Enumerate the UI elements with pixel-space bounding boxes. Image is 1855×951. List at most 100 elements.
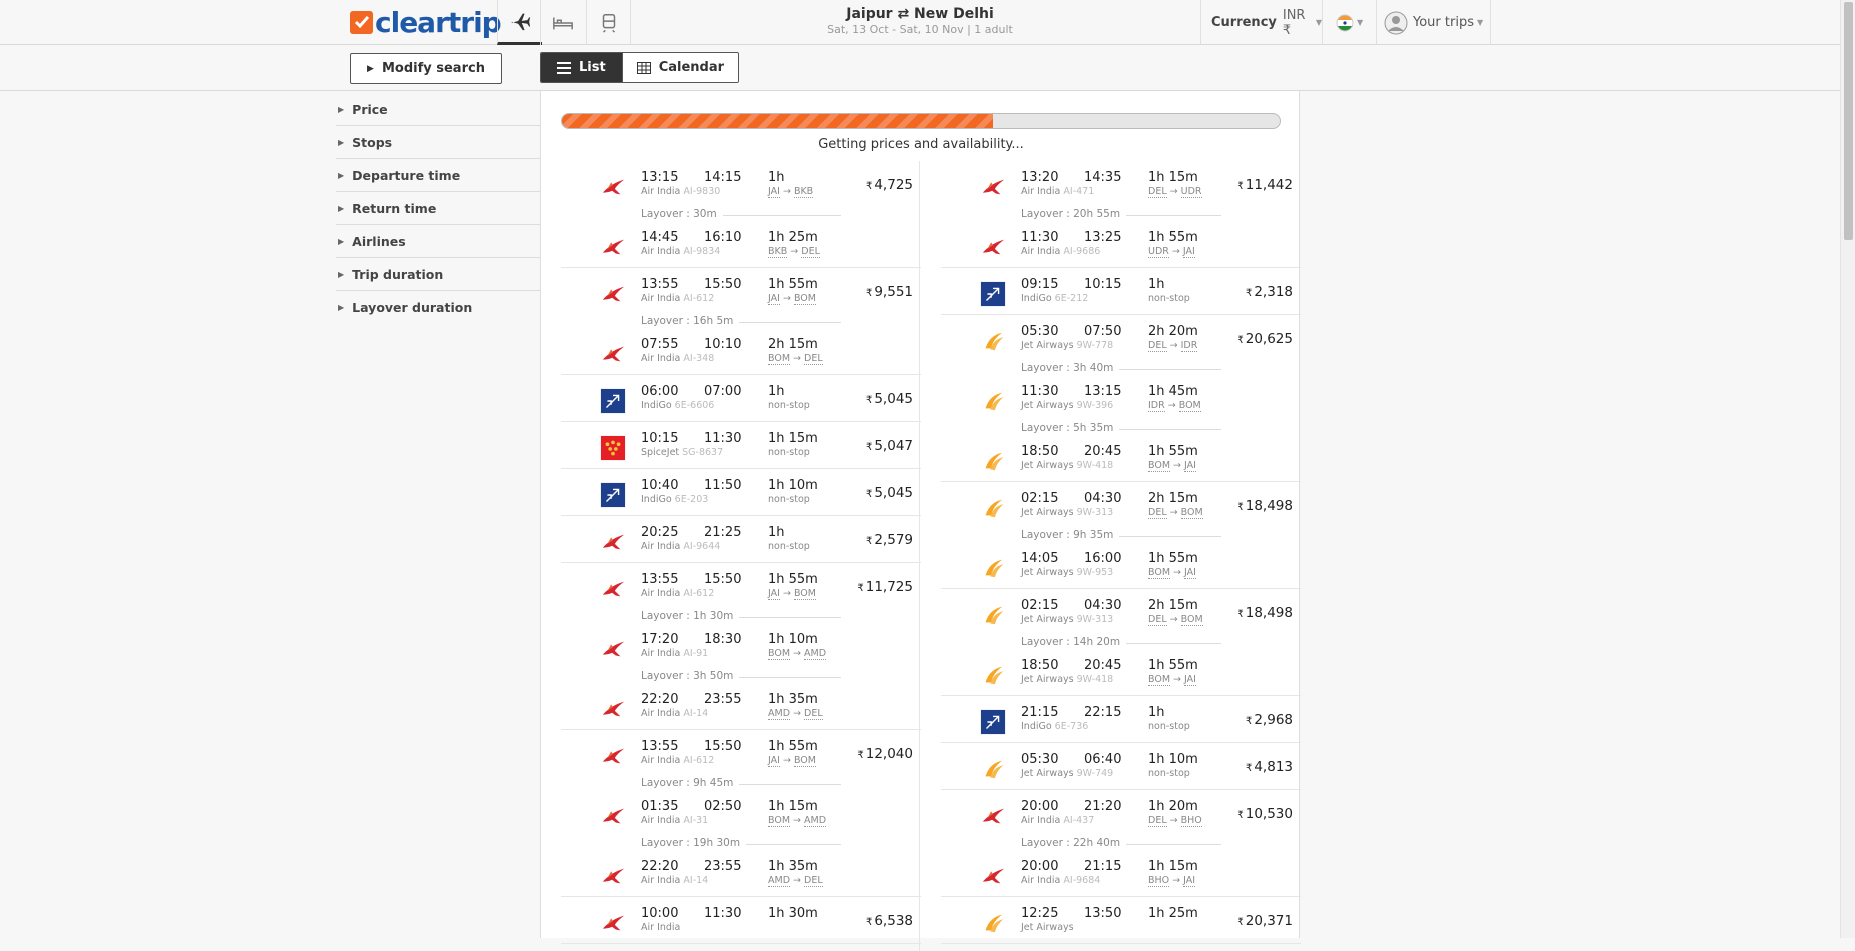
fare-price[interactable]: ₹10,530	[1237, 806, 1293, 822]
flight-option[interactable]: 06:00 07:00 IndiGo 6E-6606 1h non-stop ₹5,045	[561, 375, 921, 422]
filter-return-time[interactable]: ▶ Return time	[336, 192, 540, 225]
origin-airport[interactable]: BKB	[768, 246, 788, 258]
origin-airport[interactable]: JAI	[768, 755, 780, 767]
origin-airport[interactable]: DEL	[1148, 614, 1167, 626]
flight-option[interactable]: 13:15 14:15 Air India AI-9830 1h JAI → BKB ₹4,…	[561, 161, 921, 268]
destination-airport[interactable]: BKB	[793, 186, 814, 198]
flight-option[interactable]: 02:15 04:30 Jet Airways 9W-313 2h 15m DEL → B…	[941, 482, 1301, 589]
fare-price[interactable]: ₹9,551	[866, 284, 913, 300]
origin-airport[interactable]: DEL	[1148, 507, 1167, 519]
fare-price[interactable]: ₹5,045	[866, 485, 913, 501]
fare-price[interactable]: ₹5,045	[866, 391, 913, 407]
flight-option[interactable]: 13:55 15:50 Air India AI-612 1h 55m JAI → BOM…	[561, 563, 921, 730]
scrollbar-thumb[interactable]	[1844, 2, 1853, 240]
origin-airport[interactable]: BOM	[768, 648, 791, 660]
filter-trip-duration[interactable]: ▶ Trip duration	[336, 258, 540, 291]
flight-option[interactable]: 20:25 21:25 Air India AI-9644 1h non-stop ₹2,5…	[561, 516, 921, 563]
origin-airport[interactable]: BOM	[768, 815, 791, 827]
origin-airport[interactable]: DEL	[1148, 186, 1167, 198]
destination-airport[interactable]: UDR	[1180, 186, 1202, 198]
origin-airport[interactable]: AMD	[768, 708, 791, 720]
destination-airport[interactable]: BOM	[1178, 400, 1201, 412]
origin-airport[interactable]: JAI	[768, 186, 780, 198]
flight-option[interactable]: 10:15 11:30 SpiceJet SG-8637 1h 15m non-stop ₹…	[561, 422, 921, 469]
origin-airport[interactable]: IDR	[1148, 400, 1165, 412]
flight-option[interactable]: 13:55 15:50 Air India AI-612 1h 55m JAI → BOM…	[561, 730, 921, 897]
destination-airport[interactable]: JAI	[1183, 875, 1196, 887]
destination-airport[interactable]: DEL	[804, 708, 823, 720]
origin-airport[interactable]: UDR	[1148, 246, 1169, 258]
filter-price[interactable]: ▶ Price	[336, 93, 540, 126]
tab-trains[interactable]	[586, 0, 631, 45]
destination-airport[interactable]: JAI	[1184, 567, 1196, 579]
modify-search-button[interactable]: ▶ Modify search	[350, 53, 502, 84]
fare-price[interactable]: ₹18,498	[1237, 605, 1293, 621]
fare-price[interactable]: ₹11,442	[1237, 177, 1293, 193]
flight-option[interactable]: 02:15 04:30 Jet Airways 9W-313 2h 15m DEL → B…	[941, 589, 1301, 696]
destination-airport[interactable]: BOM	[1180, 507, 1203, 519]
fare-price[interactable]: ₹4,813	[1246, 759, 1293, 775]
fare-amount: 4,813	[1254, 759, 1293, 775]
fare-price[interactable]: ₹5,047	[866, 438, 913, 454]
filter-layover-duration[interactable]: ▶ Layover duration	[336, 291, 540, 324]
flight-option[interactable]: 12:25 13:50 Jet Airways 1h 25m ₹20,371	[941, 897, 1301, 944]
cleartrip-logo[interactable]: cleartrip	[350, 6, 502, 39]
flight-option[interactable]: 21:15 22:15 IndiGo 6E-736 1h non-stop ₹2,968	[941, 696, 1301, 743]
fare-price[interactable]: ₹2,968	[1246, 712, 1293, 728]
origin-airport[interactable]: BOM	[1148, 674, 1171, 686]
flight-option[interactable]: 09:15 10:15 IndiGo 6E-212 1h non-stop ₹2,318	[941, 268, 1301, 315]
flight-option[interactable]: 10:00 11:30 Air India 1h 30m ₹6,538	[561, 897, 921, 944]
destination-airport[interactable]: JAI	[1184, 674, 1196, 686]
destination-airport[interactable]: JAI	[1182, 246, 1195, 258]
fare-price[interactable]: ₹20,371	[1237, 913, 1293, 929]
tab-hotels[interactable]	[540, 0, 585, 45]
origin-airport[interactable]: BHO	[1148, 875, 1170, 887]
destination-airport[interactable]: BOM	[793, 588, 816, 600]
flight-option[interactable]: 13:20 14:35 Air India AI-471 1h 15m DEL → UDR…	[941, 161, 1301, 268]
flight-option[interactable]: 20:00 21:20 Air India AI-437 1h 20m DEL → BHO…	[941, 790, 1301, 897]
airline-name: Jet Airways 9W-778	[1021, 340, 1113, 351]
destination-airport[interactable]: AMD	[804, 648, 827, 660]
destination-airport[interactable]: BOM	[793, 293, 816, 305]
flight-option[interactable]: 05:30 07:50 Jet Airways 9W-778 2h 20m DEL → I…	[941, 315, 1301, 482]
destination-airport[interactable]: AMD	[804, 815, 827, 827]
origin-airport[interactable]: DEL	[1148, 815, 1167, 827]
origin-airport[interactable]: JAI	[768, 293, 780, 305]
your-trips-menu[interactable]: Your trips ▼	[1376, 0, 1491, 45]
tab-flights[interactable]	[497, 0, 542, 45]
destination-airport[interactable]: DEL	[804, 875, 823, 887]
progress-text: Getting prices and availability...	[818, 137, 1024, 152]
destination-airport[interactable]: DEL	[801, 246, 820, 258]
fare-price[interactable]: ₹11,725	[857, 579, 913, 595]
destination-airport[interactable]: DEL	[804, 353, 823, 365]
destination-airport[interactable]: BOM	[1180, 614, 1203, 626]
destination-airport[interactable]: BHO	[1180, 815, 1202, 827]
origin-airport[interactable]: BOM	[1148, 567, 1171, 579]
fare-price[interactable]: ₹12,040	[857, 746, 913, 762]
origin-airport[interactable]: DEL	[1148, 340, 1167, 352]
country-selector[interactable]: ▼	[1322, 0, 1376, 45]
fare-price[interactable]: ₹2,318	[1246, 284, 1293, 300]
calendar-view-button[interactable]: Calendar	[621, 53, 739, 82]
flight-option[interactable]: 10:40 11:50 IndiGo 6E-203 1h 10m non-stop ₹5,0…	[561, 469, 921, 516]
fare-price[interactable]: ₹6,538	[866, 913, 913, 929]
filter-airlines[interactable]: ▶ Airlines	[336, 225, 540, 258]
origin-airport[interactable]: BOM	[768, 353, 791, 365]
page-scrollbar[interactable]	[1840, 0, 1855, 938]
flight-option[interactable]: 13:55 15:50 Air India AI-612 1h 55m JAI → BOM…	[561, 268, 921, 375]
fare-price[interactable]: ₹18,498	[1237, 498, 1293, 514]
fare-price[interactable]: ₹2,579	[866, 532, 913, 548]
filter-stops[interactable]: ▶ Stops	[336, 126, 540, 159]
destination-airport[interactable]: JAI	[1184, 460, 1196, 472]
flight-option[interactable]: 05:30 06:40 Jet Airways 9W-749 1h 10m non-sto…	[941, 743, 1301, 790]
list-view-button[interactable]: List	[541, 53, 622, 82]
fare-price[interactable]: ₹4,725	[866, 177, 913, 193]
currency-selector[interactable]: Currency INR ₹ ▼	[1200, 0, 1322, 45]
fare-price[interactable]: ₹20,625	[1237, 331, 1293, 347]
filter-departure-time[interactable]: ▶ Departure time	[336, 159, 540, 192]
origin-airport[interactable]: JAI	[768, 588, 780, 600]
origin-airport[interactable]: BOM	[1148, 460, 1171, 472]
origin-airport[interactable]: AMD	[768, 875, 791, 887]
destination-airport[interactable]: IDR	[1180, 340, 1198, 352]
destination-airport[interactable]: BOM	[793, 755, 816, 767]
